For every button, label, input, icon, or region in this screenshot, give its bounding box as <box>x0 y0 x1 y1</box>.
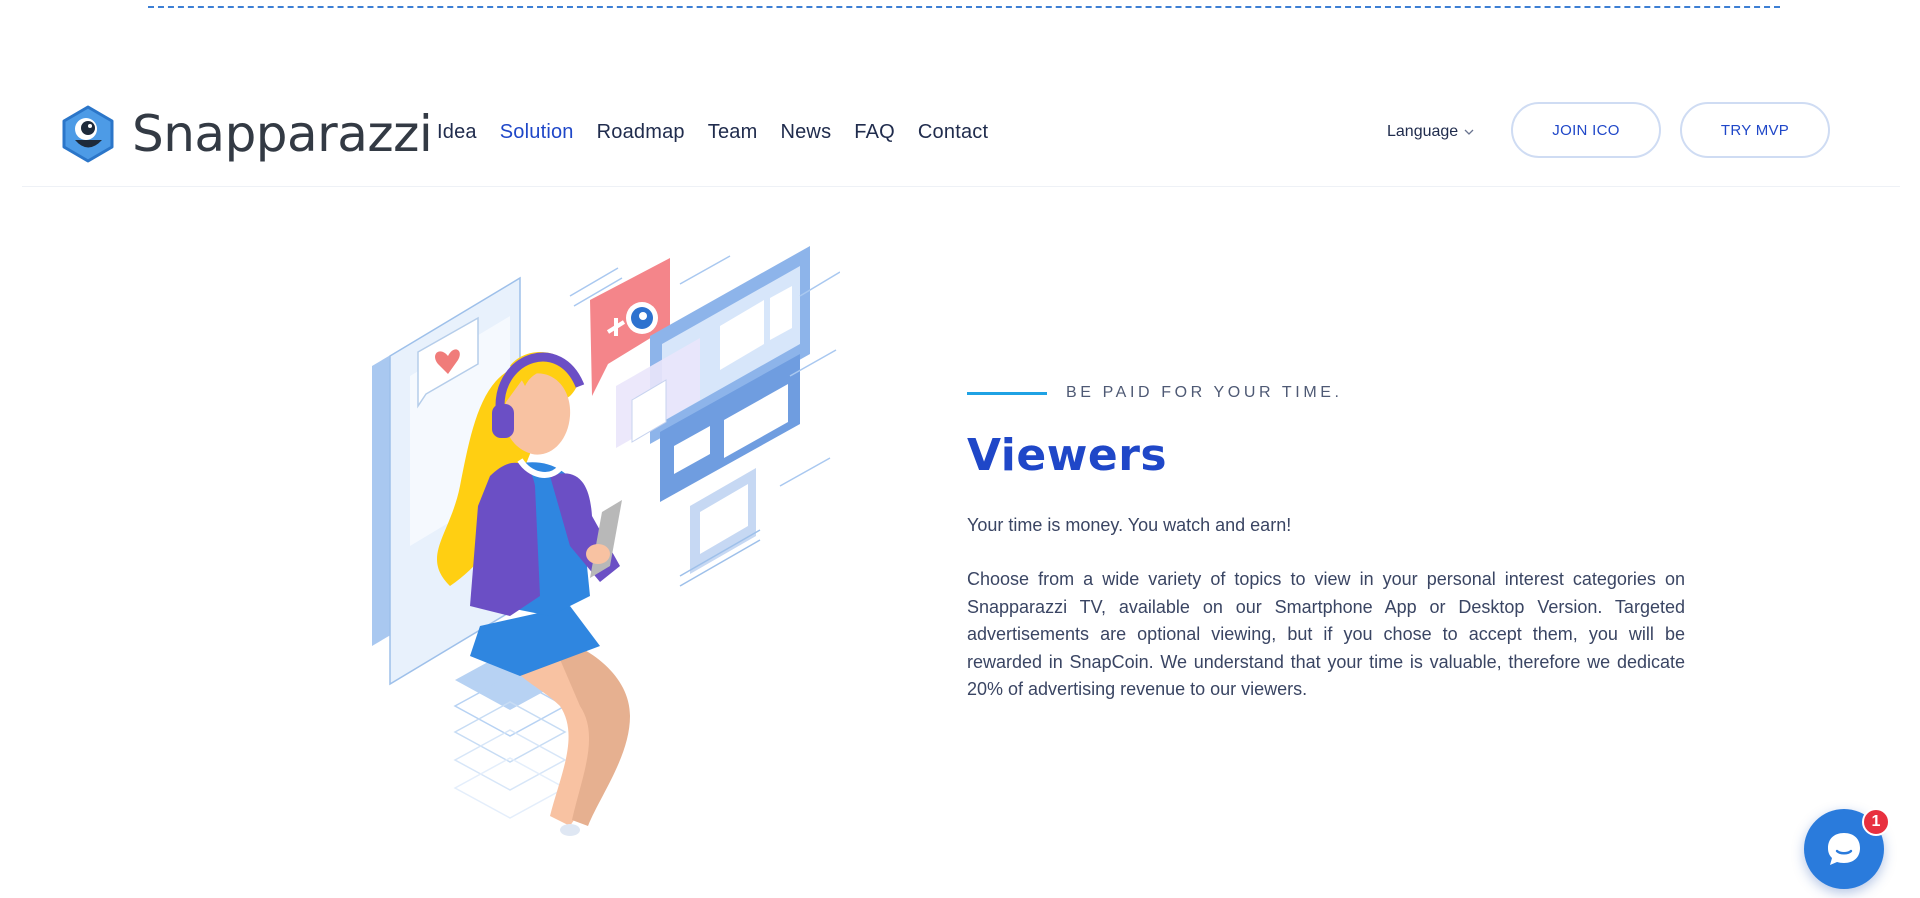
language-selector[interactable]: Language <box>1387 123 1474 141</box>
nav-item-solution[interactable]: Solution <box>500 121 574 144</box>
nav-item-roadmap[interactable]: Roadmap <box>597 121 685 144</box>
nav-item-team[interactable]: Team <box>708 121 758 144</box>
chevron-down-icon <box>1464 129 1474 135</box>
nav-item-news[interactable]: News <box>780 121 831 144</box>
brand-name: Snapparazzi <box>132 105 433 163</box>
section-title: Viewers <box>967 430 1168 481</box>
section-lead: Your time is money. You watch and earn! <box>967 515 1292 535</box>
unread-count-badge: 1 <box>1862 808 1890 836</box>
header-divider <box>22 186 1900 187</box>
viewer-illustration <box>372 246 840 836</box>
snapparazzi-eye-logo-icon <box>62 105 114 163</box>
top-dashed-divider <box>148 6 1780 8</box>
nav-item-contact[interactable]: Contact <box>918 121 988 144</box>
nav-item-faq[interactable]: FAQ <box>854 121 895 144</box>
section-eyebrow: BE PAID FOR YOUR TIME. <box>1066 384 1343 401</box>
try-mvp-button[interactable]: TRY MVP <box>1680 102 1830 158</box>
chat-bubble-icon <box>1828 833 1860 865</box>
eyebrow-accent-line <box>967 392 1047 395</box>
join-ico-button[interactable]: JOIN ICO <box>1511 102 1661 158</box>
language-label: Language <box>1387 123 1459 140</box>
nav-item-idea[interactable]: Idea <box>437 121 477 144</box>
brand-logo-link[interactable]: Snapparazzi <box>60 104 433 164</box>
main-nav: Idea Solution Roadmap Team News FAQ Cont… <box>437 121 988 144</box>
section-body: Choose from a wide variety of topics to … <box>967 569 1685 699</box>
site-header: Snapparazzi Idea Solution Roadmap Team N… <box>0 92 1920 186</box>
